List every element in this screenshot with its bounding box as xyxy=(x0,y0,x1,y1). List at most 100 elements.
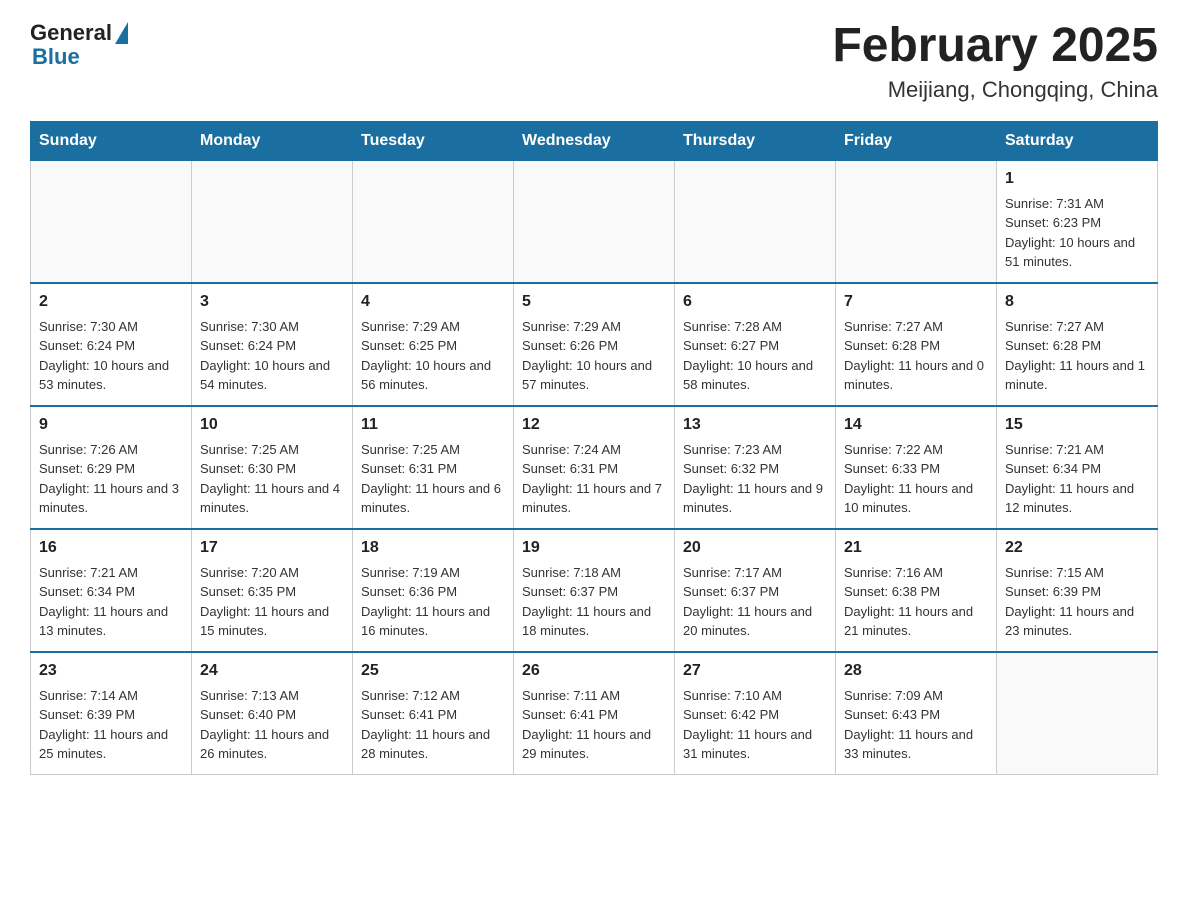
day-number: 4 xyxy=(361,290,505,314)
day-info-line: Sunset: 6:39 PM xyxy=(39,705,183,725)
calendar-week-row: 23Sunrise: 7:14 AMSunset: 6:39 PMDayligh… xyxy=(31,652,1158,775)
day-info-line: Sunset: 6:37 PM xyxy=(522,582,666,602)
day-info-line: Sunrise: 7:14 AM xyxy=(39,686,183,706)
calendar-day-cell: 4Sunrise: 7:29 AMSunset: 6:25 PMDaylight… xyxy=(353,283,514,406)
day-info-line: Daylight: 11 hours and 0 minutes. xyxy=(844,356,988,395)
calendar-day-cell: 22Sunrise: 7:15 AMSunset: 6:39 PMDayligh… xyxy=(997,529,1158,652)
calendar-day-cell: 10Sunrise: 7:25 AMSunset: 6:30 PMDayligh… xyxy=(192,406,353,529)
day-info-line: Daylight: 11 hours and 25 minutes. xyxy=(39,725,183,764)
calendar-week-row: 1Sunrise: 7:31 AMSunset: 6:23 PMDaylight… xyxy=(31,160,1158,283)
day-info-line: Sunrise: 7:11 AM xyxy=(522,686,666,706)
day-info-line: Sunset: 6:41 PM xyxy=(361,705,505,725)
day-info-line: Sunset: 6:25 PM xyxy=(361,336,505,356)
day-info-line: Sunrise: 7:30 AM xyxy=(200,317,344,337)
day-info-line: Sunset: 6:32 PM xyxy=(683,459,827,479)
day-info-line: Sunset: 6:31 PM xyxy=(522,459,666,479)
title-block: February 2025 Meijiang, Chongqing, China xyxy=(832,20,1158,103)
day-info-line: Daylight: 11 hours and 26 minutes. xyxy=(200,725,344,764)
calendar-day-cell: 18Sunrise: 7:19 AMSunset: 6:36 PMDayligh… xyxy=(353,529,514,652)
day-info-line: Daylight: 11 hours and 18 minutes. xyxy=(522,602,666,641)
logo-general-text: General xyxy=(30,20,112,46)
day-info-line: Daylight: 11 hours and 13 minutes. xyxy=(39,602,183,641)
calendar-day-cell: 12Sunrise: 7:24 AMSunset: 6:31 PMDayligh… xyxy=(514,406,675,529)
day-number: 28 xyxy=(844,659,988,683)
calendar-header-cell: Sunday xyxy=(31,121,192,160)
calendar-day-cell: 8Sunrise: 7:27 AMSunset: 6:28 PMDaylight… xyxy=(997,283,1158,406)
day-number: 20 xyxy=(683,536,827,560)
day-number: 26 xyxy=(522,659,666,683)
day-info-line: Daylight: 11 hours and 9 minutes. xyxy=(683,479,827,518)
calendar-day-cell: 1Sunrise: 7:31 AMSunset: 6:23 PMDaylight… xyxy=(997,160,1158,283)
day-info-line: Sunset: 6:30 PM xyxy=(200,459,344,479)
day-info-line: Daylight: 11 hours and 4 minutes. xyxy=(200,479,344,518)
calendar-header-cell: Saturday xyxy=(997,121,1158,160)
calendar-day-cell: 9Sunrise: 7:26 AMSunset: 6:29 PMDaylight… xyxy=(31,406,192,529)
calendar-week-row: 2Sunrise: 7:30 AMSunset: 6:24 PMDaylight… xyxy=(31,283,1158,406)
day-info-line: Daylight: 11 hours and 29 minutes. xyxy=(522,725,666,764)
day-info-line: Sunset: 6:43 PM xyxy=(844,705,988,725)
calendar-day-cell: 3 Sunrise: 7:30 AMSunset: 6:24 PMDaylight… xyxy=(192,283,353,406)
day-info-line: Sunset: 6:39 PM xyxy=(1005,582,1149,602)
day-number: 21 xyxy=(844,536,988,560)
day-number: 22 xyxy=(1005,536,1149,560)
day-info-line: Daylight: 11 hours and 28 minutes. xyxy=(361,725,505,764)
calendar-day-cell: 15Sunrise: 7:21 AMSunset: 6:34 PMDayligh… xyxy=(997,406,1158,529)
calendar-header-cell: Thursday xyxy=(675,121,836,160)
day-info-line: Sunset: 6:24 PM xyxy=(200,336,344,356)
day-info-line: Sunset: 6:35 PM xyxy=(200,582,344,602)
day-info-line: Daylight: 10 hours and 54 minutes. xyxy=(200,356,344,395)
day-number: 9 xyxy=(39,413,183,437)
calendar-body: 1Sunrise: 7:31 AMSunset: 6:23 PMDaylight… xyxy=(31,160,1158,774)
logo-blue-text: Blue xyxy=(30,44,80,70)
day-number: 5 xyxy=(522,290,666,314)
day-number: 1 xyxy=(1005,167,1149,191)
day-info-line: Sunrise: 7:13 AM xyxy=(200,686,344,706)
day-info-line: Sunrise: 7:21 AM xyxy=(1005,440,1149,460)
day-info-line: Sunrise: 7:29 AM xyxy=(361,317,505,337)
calendar-day-cell: 5Sunrise: 7:29 AMSunset: 6:26 PMDaylight… xyxy=(514,283,675,406)
day-info-line: Sunrise: 7:15 AM xyxy=(1005,563,1149,583)
day-info-line: Sunset: 6:28 PM xyxy=(844,336,988,356)
day-info-line: Daylight: 11 hours and 7 minutes. xyxy=(522,479,666,518)
calendar-day-cell xyxy=(997,652,1158,775)
calendar-day-cell: 21Sunrise: 7:16 AMSunset: 6:38 PMDayligh… xyxy=(836,529,997,652)
day-info-line: Sunrise: 7:30 AM xyxy=(39,317,183,337)
day-info-line: Daylight: 10 hours and 51 minutes. xyxy=(1005,233,1149,272)
day-info-line: Sunset: 6:34 PM xyxy=(1005,459,1149,479)
day-number: 12 xyxy=(522,413,666,437)
calendar-header-cell: Tuesday xyxy=(353,121,514,160)
day-info-line: Sunset: 6:41 PM xyxy=(522,705,666,725)
day-info-line: Sunset: 6:36 PM xyxy=(361,582,505,602)
day-info-line: Sunset: 6:27 PM xyxy=(683,336,827,356)
calendar-day-cell: 17Sunrise: 7:20 AMSunset: 6:35 PMDayligh… xyxy=(192,529,353,652)
day-info-line: Sunrise: 7:31 AM xyxy=(1005,194,1149,214)
day-info-line: Sunset: 6:42 PM xyxy=(683,705,827,725)
calendar-header-cell: Wednesday xyxy=(514,121,675,160)
calendar-day-cell: 16Sunrise: 7:21 AMSunset: 6:34 PMDayligh… xyxy=(31,529,192,652)
day-info-line: Daylight: 11 hours and 31 minutes. xyxy=(683,725,827,764)
day-info-line: Sunset: 6:28 PM xyxy=(1005,336,1149,356)
calendar-day-cell xyxy=(675,160,836,283)
day-info-line: Sunrise: 7:17 AM xyxy=(683,563,827,583)
day-number: 25 xyxy=(361,659,505,683)
day-info-line: Daylight: 10 hours and 57 minutes. xyxy=(522,356,666,395)
calendar-day-cell xyxy=(514,160,675,283)
day-info-line: Sunrise: 7:25 AM xyxy=(361,440,505,460)
day-info-line: Sunrise: 7:29 AM xyxy=(522,317,666,337)
day-info-line: Sunrise: 7:21 AM xyxy=(39,563,183,583)
day-number: 23 xyxy=(39,659,183,683)
calendar-day-cell xyxy=(353,160,514,283)
day-number: 24 xyxy=(200,659,344,683)
calendar-header-cell: Friday xyxy=(836,121,997,160)
calendar-day-cell: 6Sunrise: 7:28 AMSunset: 6:27 PMDaylight… xyxy=(675,283,836,406)
day-number: 7 xyxy=(844,290,988,314)
logo: General Blue xyxy=(30,20,128,70)
day-info-line: Daylight: 10 hours and 53 minutes. xyxy=(39,356,183,395)
day-number: 15 xyxy=(1005,413,1149,437)
day-number: 3 xyxy=(200,290,344,314)
calendar-day-cell xyxy=(192,160,353,283)
calendar-header-cell: Monday xyxy=(192,121,353,160)
day-info-line: Sunset: 6:34 PM xyxy=(39,582,183,602)
day-info-line: Daylight: 11 hours and 3 minutes. xyxy=(39,479,183,518)
day-info-line: Sunrise: 7:20 AM xyxy=(200,563,344,583)
